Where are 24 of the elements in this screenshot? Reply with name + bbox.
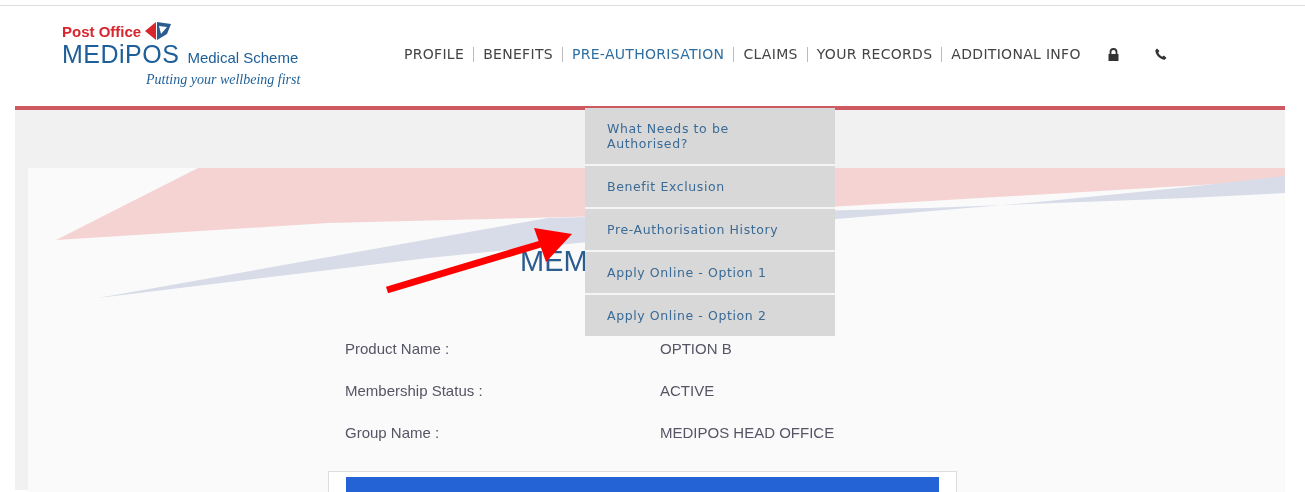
- menu-item[interactable]: What Needs to be Authorised?: [585, 108, 835, 166]
- scheme-name: MEDiPOS: [62, 40, 180, 69]
- tagline: Putting your wellbeing first: [146, 72, 302, 88]
- menu-item[interactable]: Benefit Exclusion: [585, 166, 835, 209]
- field-label: Group Name :: [345, 424, 441, 441]
- nav-link[interactable]: ADDITIONAL INFO: [942, 46, 1090, 62]
- nav-link[interactable]: YOUR RECORDS: [807, 46, 942, 62]
- phone-icon[interactable]: [1154, 48, 1167, 60]
- nav-link[interactable]: PRE-AUTHORISATION: [562, 46, 734, 62]
- envelope-logo-icon: [143, 20, 174, 42]
- menu-item[interactable]: Apply Online - Option 2: [585, 295, 835, 336]
- nav-link[interactable]: PROFILE: [404, 46, 474, 62]
- field-value: MEDIPOS HEAD OFFICE: [660, 424, 836, 441]
- scheme-subtitle: Medical Scheme: [187, 49, 299, 66]
- menu-item[interactable]: Apply Online - Option 1: [585, 252, 835, 295]
- brand-name: Post Office: [62, 22, 142, 40]
- field-label: Product Name :: [345, 340, 451, 357]
- lock-icon[interactable]: [1107, 47, 1119, 61]
- field-value: OPTION B: [660, 340, 733, 357]
- nav-link[interactable]: BENEFITS: [474, 46, 562, 62]
- field-value: ACTIVE: [660, 382, 716, 399]
- menu-item[interactable]: Pre-Authorisation History: [585, 209, 835, 252]
- field-label: Membership Status :: [345, 382, 484, 399]
- nav-link[interactable]: CLAIMS: [734, 46, 807, 62]
